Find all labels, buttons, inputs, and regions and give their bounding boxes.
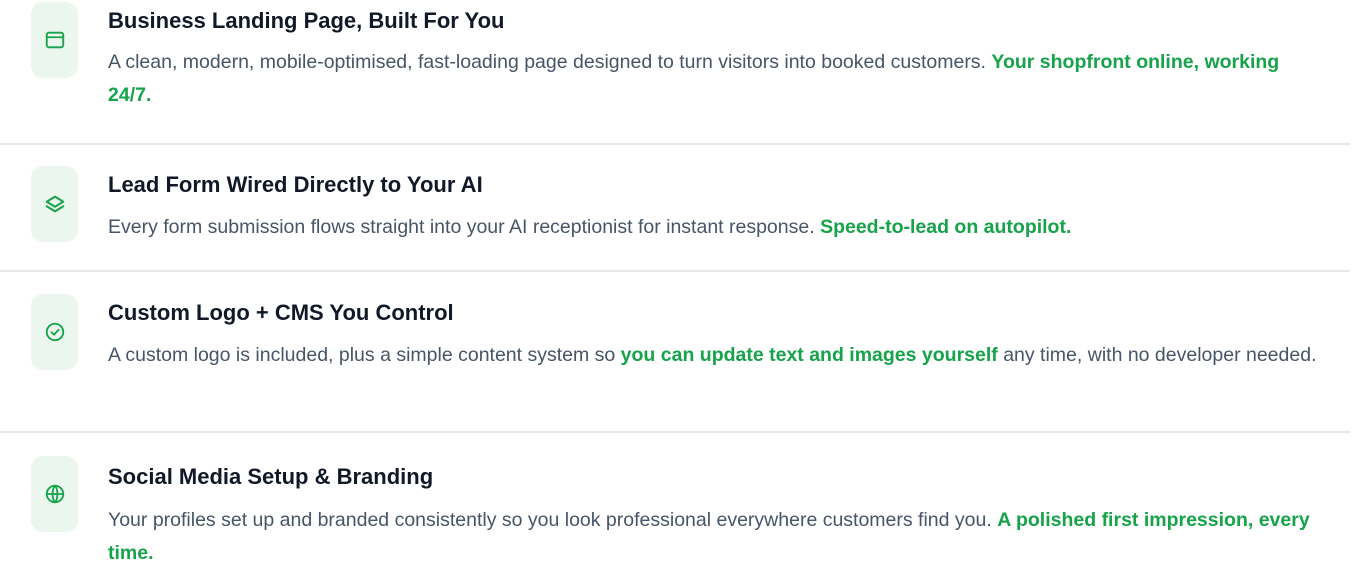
feature-description: Every form submission flows straight int…: [108, 211, 1318, 244]
divider: [0, 431, 1350, 433]
divider: [0, 143, 1350, 145]
feature-description: A clean, modern, mobile-optimised, fast-…: [108, 46, 1318, 112]
check-circle-icon: [31, 294, 78, 370]
globe-icon: [31, 456, 78, 532]
feature-title: Business Landing Page, Built For You: [108, 8, 505, 33]
feature-description: A custom logo is included, plus a simple…: [108, 339, 1318, 372]
description-text: A clean, modern, mobile-optimised, fast-…: [108, 51, 992, 73]
browser-window-icon: [31, 2, 78, 78]
description-text-after: any time, with no developer needed.: [997, 344, 1317, 366]
layers-icon: [31, 166, 78, 242]
description-text: Every form submission flows straight int…: [108, 216, 821, 238]
feature-title: Social Media Setup & Branding: [108, 464, 434, 489]
description-highlight: you can update text and images yourself: [620, 344, 998, 366]
divider: [0, 270, 1350, 272]
feature-list: Business Landing Page, Built For You A c…: [0, 0, 1367, 570]
description-text: A custom logo is included, plus a simple…: [108, 344, 621, 366]
feature-description: Your profiles set up and branded consist…: [108, 504, 1318, 570]
feature-title: Custom Logo + CMS You Control: [108, 300, 454, 325]
feature-title: Lead Form Wired Directly to Your AI: [108, 172, 483, 197]
description-highlight: Speed-to-lead on autopilot.: [820, 216, 1072, 238]
description-text: Your profiles set up and branded consist…: [108, 509, 998, 531]
